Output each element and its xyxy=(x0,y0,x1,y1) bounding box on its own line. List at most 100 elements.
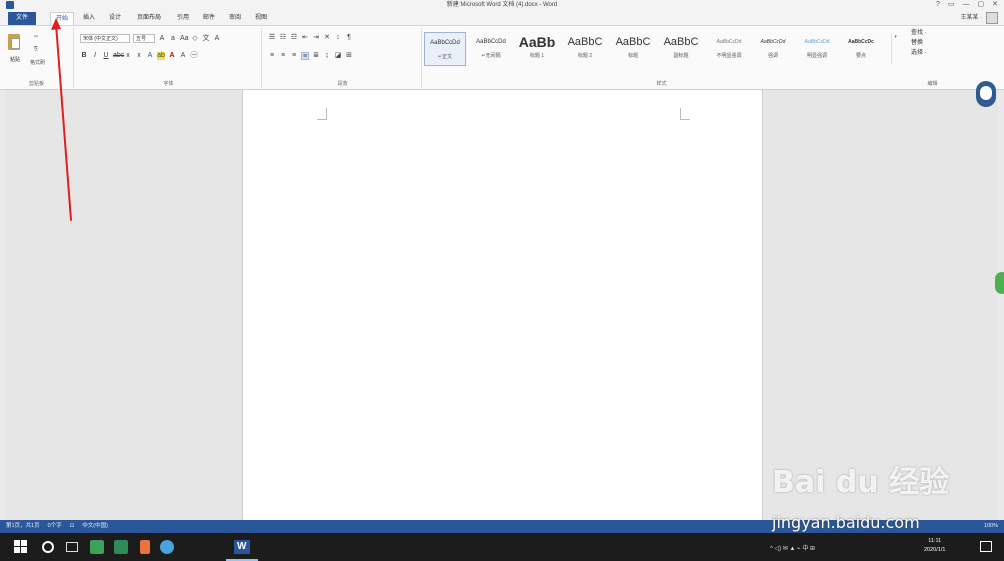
start-icon[interactable] xyxy=(14,540,28,554)
strikethrough-icon[interactable]: abc xyxy=(113,52,124,60)
font-row-1: 宋体 (中文正文) 五号 A a Aa ◇ 文 A xyxy=(80,34,221,43)
styles-more-button[interactable]: ▾ xyxy=(891,34,899,64)
tab-file[interactable]: 文件 xyxy=(8,12,36,25)
style-sample: AaBbCcDd xyxy=(804,39,830,45)
tab-view[interactable]: 视图 xyxy=(250,12,272,25)
tab-layout[interactable]: 页面布局 xyxy=(132,12,166,25)
tray-icons[interactable]: ^ ◁) ✉ ▲ ⌁ 中 ⊞ xyxy=(770,543,815,552)
minimize-button[interactable]: — xyxy=(963,0,970,10)
ribbon-home: 粘贴 ✂ ⎘ 格式刷 剪贴板 宋体 (中文正文) 五号 A a Aa ◇ 文 A… xyxy=(0,26,1004,90)
shading-icon[interactable]: ◪ xyxy=(334,52,342,60)
highlight-icon[interactable]: ab xyxy=(157,52,165,60)
bold-icon[interactable]: B xyxy=(80,52,88,60)
tab-mailings[interactable]: 邮件 xyxy=(198,12,220,25)
line-spacing-icon[interactable]: ↨ xyxy=(323,52,331,60)
text-effects-icon[interactable]: A xyxy=(146,52,154,60)
word-count[interactable]: 0个字 xyxy=(48,520,62,533)
clock[interactable]: 11:11 2020/1/1 xyxy=(924,537,945,555)
show-marks-icon[interactable]: ¶ xyxy=(345,34,353,42)
numbering-icon[interactable]: ☷ xyxy=(279,34,287,42)
style-heading-1[interactable]: AaBb 标题 1 xyxy=(516,32,558,66)
search-icon[interactable] xyxy=(42,541,54,553)
paste-button[interactable]: 粘贴 xyxy=(6,32,22,63)
shrink-font-icon[interactable]: a xyxy=(169,35,177,43)
proofing-icon[interactable]: ⊡ xyxy=(70,520,75,533)
change-case-icon[interactable]: Aa xyxy=(180,35,189,43)
cut-icon[interactable]: ✂ xyxy=(34,34,38,40)
style-emphasis[interactable]: AaBbCcDd 强调 xyxy=(752,32,794,66)
page-count[interactable]: 第1页，共1页 xyxy=(6,520,40,533)
align-right-icon[interactable]: ≡ xyxy=(290,52,298,60)
taskbar-app-icon[interactable] xyxy=(90,540,104,554)
close-button[interactable]: ✕ xyxy=(992,0,998,10)
taskbar-app-icon[interactable] xyxy=(114,540,128,554)
decrease-indent-icon[interactable]: ⇤ xyxy=(301,34,309,42)
style-name: 不明显强调 xyxy=(716,53,742,59)
page-corner-mark-right xyxy=(680,108,690,120)
tab-references[interactable]: 引用 xyxy=(172,12,194,25)
font-group: 宋体 (中文正文) 五号 A a Aa ◇ 文 A B I U abc x x … xyxy=(76,28,262,88)
underline-icon[interactable]: U xyxy=(102,52,110,60)
style-normal[interactable]: AaBbCcDd ↵正文 xyxy=(424,32,466,66)
font-color-icon[interactable]: A xyxy=(168,52,176,60)
font-name-select[interactable]: 宋体 (中文正文) xyxy=(80,34,130,43)
phonetic-guide-icon[interactable]: 文 xyxy=(202,35,210,43)
chinese-layout-icon[interactable]: ✕ xyxy=(323,34,331,42)
font-row-2: B I U abc x x A ab A A ㊀ xyxy=(80,52,198,60)
style-subtitle[interactable]: AaBbC 副标题 xyxy=(660,32,702,66)
browser-icon[interactable] xyxy=(160,540,174,554)
ribbon-display-button[interactable]: ▭ xyxy=(948,0,955,10)
tab-insert[interactable]: 插入 xyxy=(78,12,100,25)
paragraph-row-1: ☰ ☷ ☲ ⇤ ⇥ ✕ ↕ ¶ xyxy=(268,34,353,42)
style-sample: AaBbCcDd xyxy=(716,39,742,45)
italic-icon[interactable]: I xyxy=(91,52,99,60)
document-page[interactable] xyxy=(242,90,763,520)
distributed-icon[interactable]: ≣ xyxy=(312,52,320,60)
style-subtle-emphasis[interactable]: AaBbCcDd 不明显强调 xyxy=(708,32,750,66)
word-taskbar-icon[interactable] xyxy=(234,540,250,554)
avatar[interactable] xyxy=(986,12,998,24)
sort-icon[interactable]: ↕ xyxy=(334,34,342,42)
char-border-icon[interactable]: A xyxy=(213,35,221,43)
char-shading-icon[interactable]: A xyxy=(179,52,187,60)
style-intense-emphasis[interactable]: AaBbCcDd 明显强调 xyxy=(796,32,838,66)
align-left-icon[interactable]: ≡ xyxy=(268,52,276,60)
tab-review[interactable]: 审阅 xyxy=(224,12,246,25)
find-button[interactable]: 查找 · xyxy=(905,28,960,38)
watermark-url: jingyan.baidu.com xyxy=(772,513,920,532)
taskbar-app-icon[interactable] xyxy=(140,540,150,554)
clear-format-icon[interactable]: ◇ xyxy=(191,35,199,43)
style-strong[interactable]: AaBbCcDc 要点 xyxy=(840,32,882,66)
subscript-icon[interactable]: x xyxy=(124,52,132,60)
replace-button[interactable]: 替换 xyxy=(905,38,960,48)
system-tray[interactable]: ^ ◁) ✉ ▲ ⌁ 中 ⊞ xyxy=(770,533,815,561)
help-button[interactable]: ? xyxy=(936,0,940,10)
select-button[interactable]: 选择 · xyxy=(905,48,960,58)
style-sample: AaBb xyxy=(518,34,556,50)
assistant-face xyxy=(980,86,992,100)
style-no-spacing[interactable]: AaBbCcDd ↵无间隔 xyxy=(470,32,512,66)
borders-icon[interactable]: ⊞ xyxy=(345,52,353,60)
enclose-char-icon[interactable]: ㊀ xyxy=(190,52,198,60)
format-painter-button[interactable]: 格式刷 xyxy=(30,59,45,66)
tab-design[interactable]: 设计 xyxy=(104,12,126,25)
grow-font-icon[interactable]: A xyxy=(158,35,166,43)
notification-icon[interactable] xyxy=(980,541,992,552)
style-title[interactable]: AaBbC 标题 xyxy=(612,32,654,66)
style-heading-2[interactable]: AaBbC 标题 2 xyxy=(564,32,606,66)
bullets-icon[interactable]: ☰ xyxy=(268,34,276,42)
floating-chat-icon[interactable] xyxy=(995,272,1004,294)
task-view-icon[interactable] xyxy=(66,542,78,552)
assistant-avatar-icon[interactable] xyxy=(974,78,998,108)
increase-indent-icon[interactable]: ⇥ xyxy=(312,34,320,42)
tab-home[interactable]: 开始 xyxy=(50,12,75,25)
superscript-icon[interactable]: x xyxy=(135,52,143,60)
justify-icon[interactable]: ≡ xyxy=(301,52,309,60)
font-size-select[interactable]: 五号 xyxy=(133,34,155,43)
copy-icon[interactable]: ⎘ xyxy=(34,46,38,52)
account-name[interactable]: 王某某 · xyxy=(960,13,982,23)
align-center-icon[interactable]: ≡ xyxy=(279,52,287,60)
multilevel-list-icon[interactable]: ☲ xyxy=(290,34,298,42)
maximize-button[interactable]: ▢ xyxy=(978,0,985,10)
language[interactable]: 中文(中国) xyxy=(82,520,108,533)
